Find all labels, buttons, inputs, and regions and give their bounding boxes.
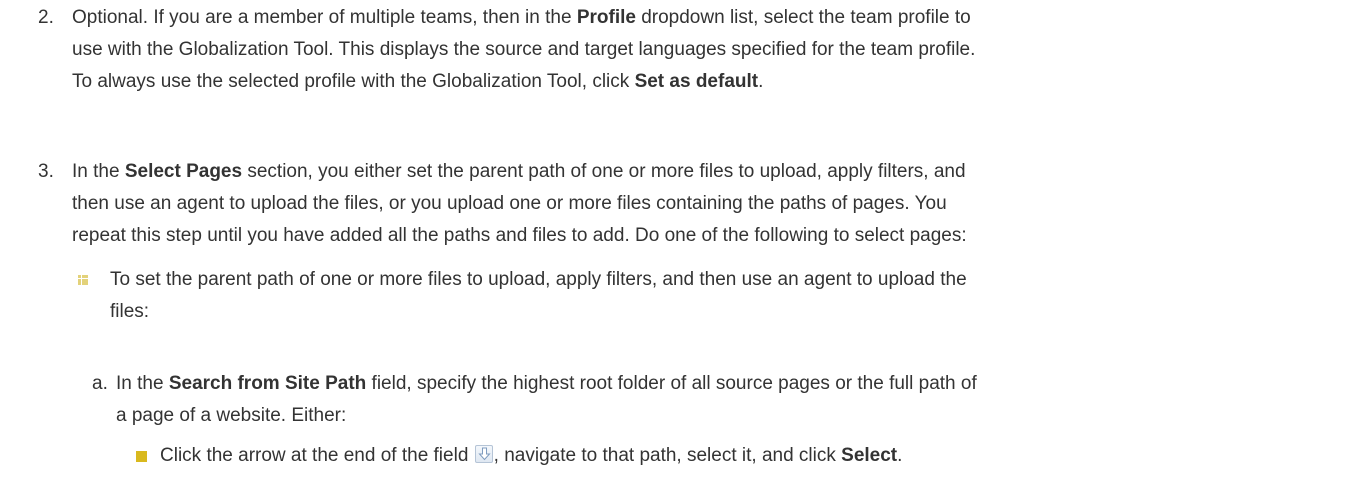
profile-term: Profile <box>576 7 636 28</box>
sub-step-label: a. <box>92 373 108 394</box>
grid-bullet-icon <box>78 275 88 285</box>
step-3-line-2: then use an agent to upload the files, o… <box>72 193 947 214</box>
select-term: Select <box>841 445 898 466</box>
step-3-line-3: repeat this step until you have added al… <box>72 225 967 246</box>
list-item: Click the arrow at the end of the field … <box>136 440 1336 472</box>
step-3-body: In the Select Pages section, you either … <box>72 156 1328 252</box>
step-2-line-3: To always use the selected profile with … <box>72 71 764 92</box>
bullet-line-2: files: <box>110 301 150 322</box>
sub-step-a: a. In the Search from Site Path field, s… <box>92 368 1332 432</box>
down-arrow-icon <box>474 445 493 463</box>
sub-step-a-line-1: In the Search from Site Path field, spec… <box>116 373 977 394</box>
document-page: 2. Optional. If you are a member of mult… <box>0 0 1351 477</box>
step-2-line-2: use with the Globalization Tool. This di… <box>72 39 976 60</box>
step-2: 2. Optional. If you are a member of mult… <box>38 2 1328 98</box>
step-2-body: Optional. If you are a member of multipl… <box>72 2 1328 98</box>
step-number: 2. <box>38 7 54 28</box>
bullet-line-1: To set the parent path of one or more fi… <box>110 269 967 290</box>
set-as-default-term: Set as default <box>634 71 759 92</box>
step-3-line-1: In the Select Pages section, you either … <box>72 161 966 182</box>
step-3: 3. In the Select Pages section, you eith… <box>38 156 1328 252</box>
step-2-line-1: Optional. If you are a member of multipl… <box>72 7 971 28</box>
list-item: To set the parent path of one or more fi… <box>78 264 1328 328</box>
square-bullet-icon <box>136 451 147 462</box>
select-pages-term: Select Pages <box>124 161 243 182</box>
step-number: 3. <box>38 161 54 182</box>
search-from-site-path-term: Search from Site Path <box>168 373 367 394</box>
sub-step-a-line-2: a page of a website. Either: <box>116 405 347 426</box>
